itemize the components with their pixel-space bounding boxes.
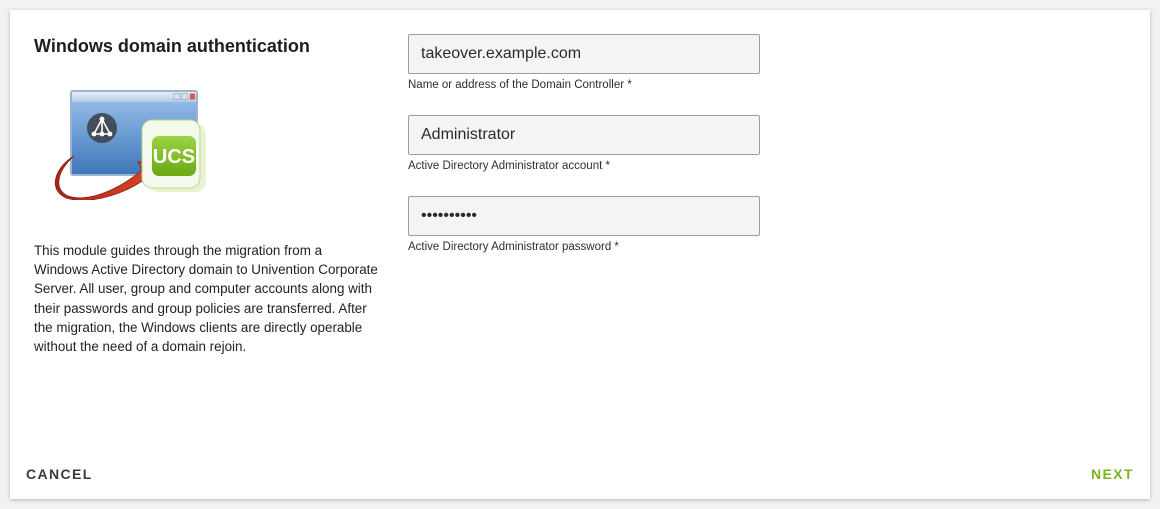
admin-account-group: Active Directory Administrator account *	[408, 115, 760, 172]
wizard-dialog: Windows domain authentication UCS This m…	[10, 10, 1150, 499]
admin-password-label: Active Directory Administrator password …	[408, 241, 619, 253]
svg-text:UCS: UCS	[153, 146, 195, 168]
domain-controller-label: Name or address of the Domain Controller…	[408, 79, 632, 91]
cancel-button[interactable]: CANCEL	[26, 466, 93, 482]
next-button[interactable]: NEXT	[1091, 466, 1134, 482]
admin-password-group: Active Directory Administrator password …	[408, 196, 760, 253]
domain-controller-group: Name or address of the Domain Controller…	[408, 34, 760, 91]
admin-password-input[interactable]	[408, 196, 760, 236]
page-title: Windows domain authentication	[34, 36, 310, 56]
module-description: This module guides through the migration…	[34, 243, 378, 355]
domain-controller-input[interactable]	[408, 34, 760, 74]
admin-account-input[interactable]	[408, 115, 760, 155]
ad-to-ucs-migration-icon: UCS	[44, 78, 206, 201]
admin-account-label: Active Directory Administrator account *	[408, 160, 610, 172]
